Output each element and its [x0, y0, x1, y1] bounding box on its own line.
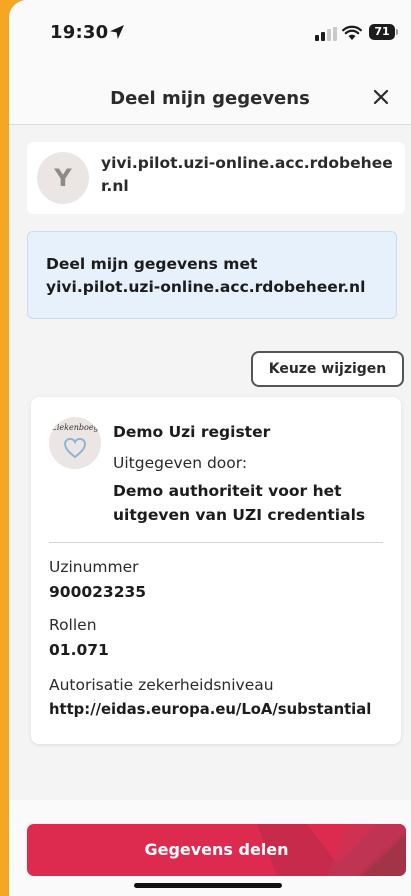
header: Deel mijn gegevens	[9, 64, 411, 125]
close-icon[interactable]	[370, 86, 392, 108]
content-area: Y yivi.pilot.uzi-online.acc.rdobeheer.nl…	[9, 125, 411, 800]
status-time: 19:30	[50, 22, 109, 43]
battery-nub	[396, 29, 398, 35]
requestor-name: yivi.pilot.uzi-online.acc.rdobeheer.nl	[101, 154, 393, 195]
issuer-logo: Ziekenboeg	[49, 417, 101, 469]
app-screen: 19:30 71 Deel mijn gegevens Y yivi.pilot…	[9, 0, 411, 896]
info-text: Deel mijn gegevens met yivi.pilot.uzi-on…	[46, 255, 366, 296]
info-box: Deel mijn gegevens met yivi.pilot.uzi-on…	[27, 231, 397, 319]
issuer-logo-text: Ziekenboeg	[51, 423, 99, 432]
requestor-avatar: Y	[37, 152, 89, 204]
attribute-label: Autorisatie zekerheidsniveau	[49, 676, 274, 694]
credential-card: Ziekenboeg Demo Uzi register Uitgegeven …	[31, 397, 401, 744]
location-arrow-icon	[110, 25, 124, 39]
share-data-button[interactable]: Gegevens delen	[27, 824, 406, 876]
attribute-value: 900023235	[49, 583, 147, 601]
issuer-name: Demo authoriteit voor het uitgeven van U…	[113, 482, 366, 524]
issued-by-label: Uitgegeven door:	[113, 454, 248, 472]
home-indicator	[134, 883, 282, 888]
signal-icon	[315, 27, 337, 41]
attribute-label: Uzinummer	[49, 558, 139, 576]
credential-title: Demo Uzi register	[113, 423, 271, 441]
page-title: Deel mijn gegevens	[110, 88, 310, 109]
footer: Gegevens delen	[9, 800, 411, 896]
wifi-icon	[342, 25, 362, 40]
change-choice-button[interactable]: Keuze wijzigen	[251, 351, 404, 387]
attribute-value: 01.071	[49, 641, 109, 659]
requestor-card: Y yivi.pilot.uzi-online.acc.rdobeheer.nl	[27, 142, 405, 214]
battery-icon: 71	[369, 24, 395, 40]
heart-icon	[63, 437, 87, 459]
share-data-label: Gegevens delen	[144, 840, 289, 859]
attribute-label: Rollen	[49, 616, 97, 634]
status-bar: 19:30 71	[9, 0, 411, 64]
divider	[49, 542, 383, 543]
attribute-value: http://eidas.europa.eu/LoA/substantial	[49, 701, 372, 718]
